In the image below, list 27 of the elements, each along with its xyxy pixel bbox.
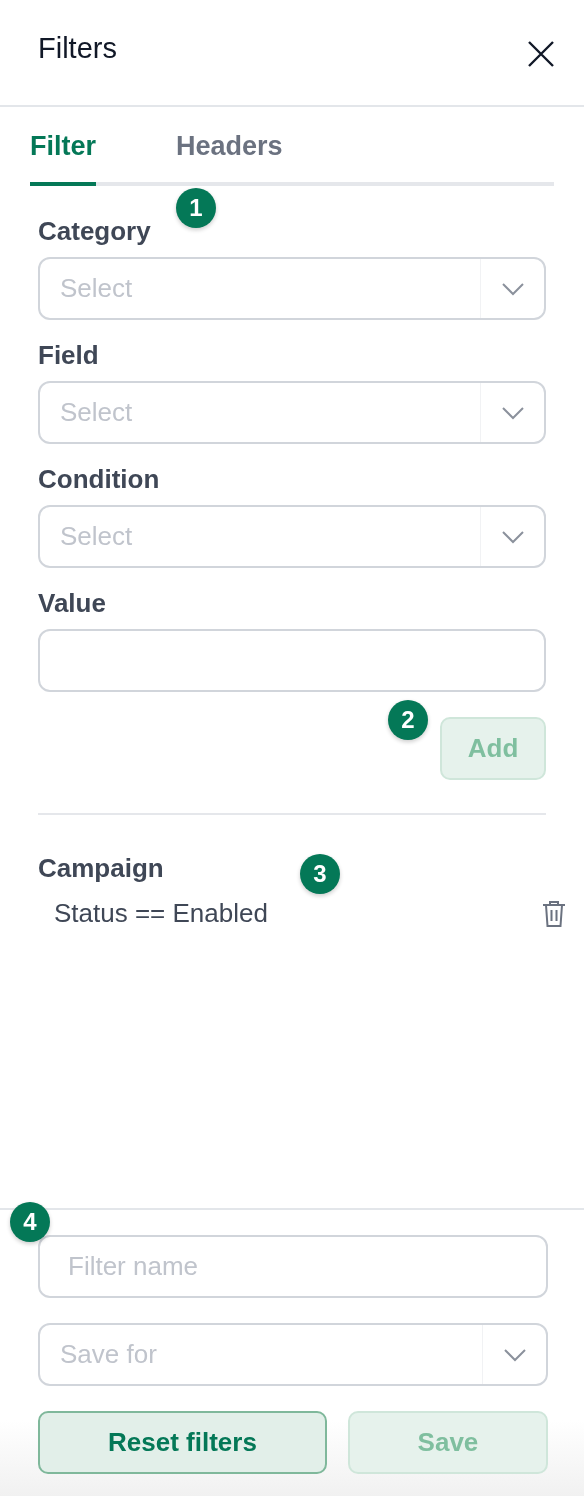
chevron-down-icon — [500, 281, 525, 296]
step-badge: 1 — [176, 188, 216, 228]
close-icon — [528, 40, 554, 67]
trash-icon — [542, 899, 566, 928]
step-badge: 3 — [300, 854, 340, 894]
step-badge: 2 — [388, 700, 428, 740]
field-label: Condition — [38, 464, 161, 495]
step-badge: 4 — [10, 1202, 50, 1242]
select-field[interactable]: Save for — [38, 1323, 548, 1386]
field-label: Category — [38, 216, 152, 247]
delete-button[interactable] — [542, 899, 566, 928]
field-label: Field — [38, 340, 100, 371]
select-field[interactable]: Select — [38, 505, 546, 568]
select-field[interactable]: Select — [38, 257, 546, 320]
tab[interactable]: Filter — [30, 131, 96, 186]
input-field[interactable]: Filter name — [38, 1235, 548, 1298]
chevron-down-icon — [502, 1347, 527, 1362]
panel-title: Filters — [38, 32, 117, 65]
input-field[interactable] — [38, 629, 546, 692]
select-field[interactable]: Select — [38, 381, 546, 444]
filter-rule: Status == Enabled — [54, 898, 268, 929]
field-label: Value — [38, 588, 107, 619]
reset-button[interactable]: Reset filters — [38, 1411, 327, 1474]
chevron-down-icon — [500, 405, 525, 420]
tab[interactable]: Headers — [176, 131, 283, 186]
group-title: Campaign — [38, 853, 164, 884]
chevron-down-icon — [500, 529, 525, 544]
